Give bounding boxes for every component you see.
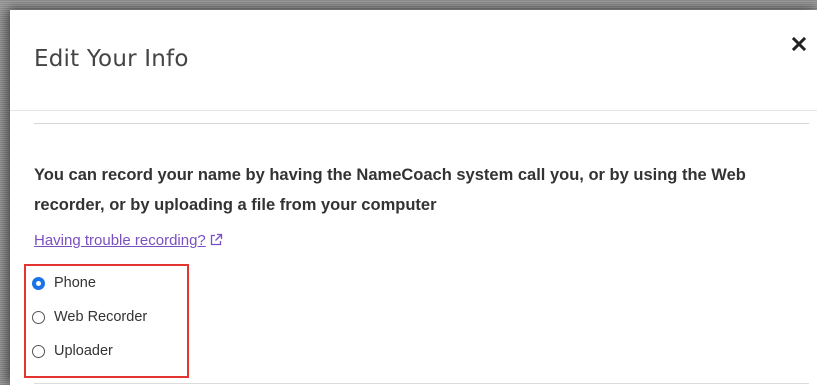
section-divider — [34, 123, 809, 124]
radio-option-web-recorder[interactable]: Web Recorder — [32, 309, 147, 325]
bottom-divider — [34, 383, 809, 384]
radio-label-phone: Phone — [54, 275, 96, 291]
radio-label-web-recorder: Web Recorder — [54, 309, 148, 325]
radio-label-uploader: Uploader — [54, 343, 113, 359]
modal-header: Edit Your Info — [10, 10, 817, 111]
radio-button-web-recorder[interactable] — [32, 310, 45, 324]
close-icon[interactable] — [791, 36, 807, 52]
radio-button-phone[interactable] — [32, 276, 45, 290]
radio-option-phone[interactable]: Phone — [32, 275, 96, 291]
radio-option-uploader[interactable]: Uploader — [32, 343, 113, 359]
recording-instructions: You can record your name by having the N… — [34, 166, 746, 214]
modal-title: Edit Your Info — [34, 46, 189, 72]
radio-button-uploader[interactable] — [32, 344, 45, 358]
external-link-icon — [209, 233, 223, 247]
edit-info-modal: Edit Your Info You can record your name … — [10, 10, 817, 385]
having-trouble-link[interactable]: Having trouble recording? — [34, 232, 223, 249]
having-trouble-link-label: Having trouble recording? — [34, 232, 206, 249]
